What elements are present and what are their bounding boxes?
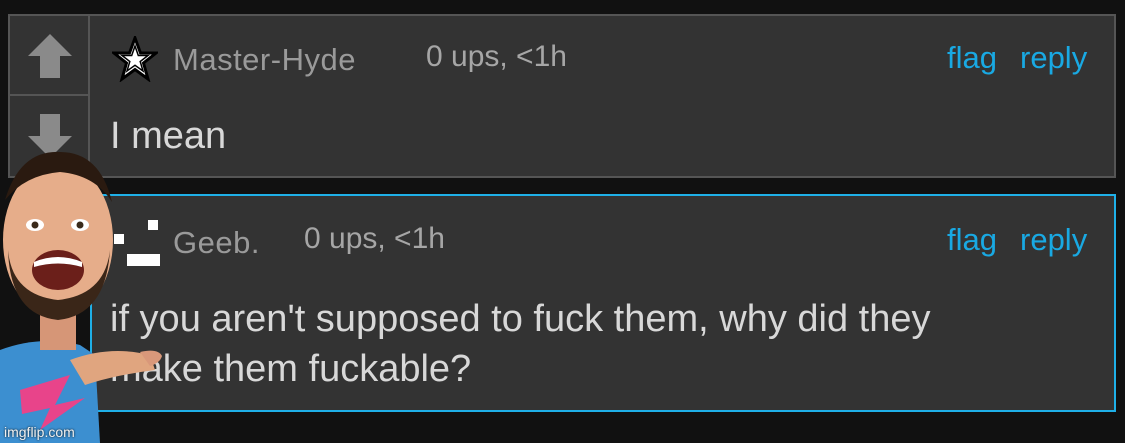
pointing-person-image (0, 151, 162, 443)
comment-meta: 0 ups, <1h (426, 40, 567, 73)
flag-link[interactable]: flag (947, 40, 997, 76)
username-link[interactable]: Geeb. (173, 225, 260, 261)
upvote-arrow-icon (28, 34, 72, 78)
reply-link[interactable]: reply (1020, 222, 1087, 258)
reply-link[interactable]: reply (1020, 40, 1087, 76)
username-link[interactable]: Master-Hyde (173, 42, 356, 78)
comment-meta: 0 ups, <1h (304, 222, 445, 255)
comment-body-line-1: if you aren't supposed to fuck them, why… (110, 298, 931, 340)
upvote-button[interactable] (10, 16, 90, 96)
star-icon[interactable] (112, 36, 158, 82)
flag-link[interactable]: flag (947, 222, 997, 258)
imgflip-watermark: imgflip.com (4, 424, 75, 440)
comment-geeb: Geeb. 0 ups, <1h flag reply if you aren'… (90, 194, 1116, 412)
